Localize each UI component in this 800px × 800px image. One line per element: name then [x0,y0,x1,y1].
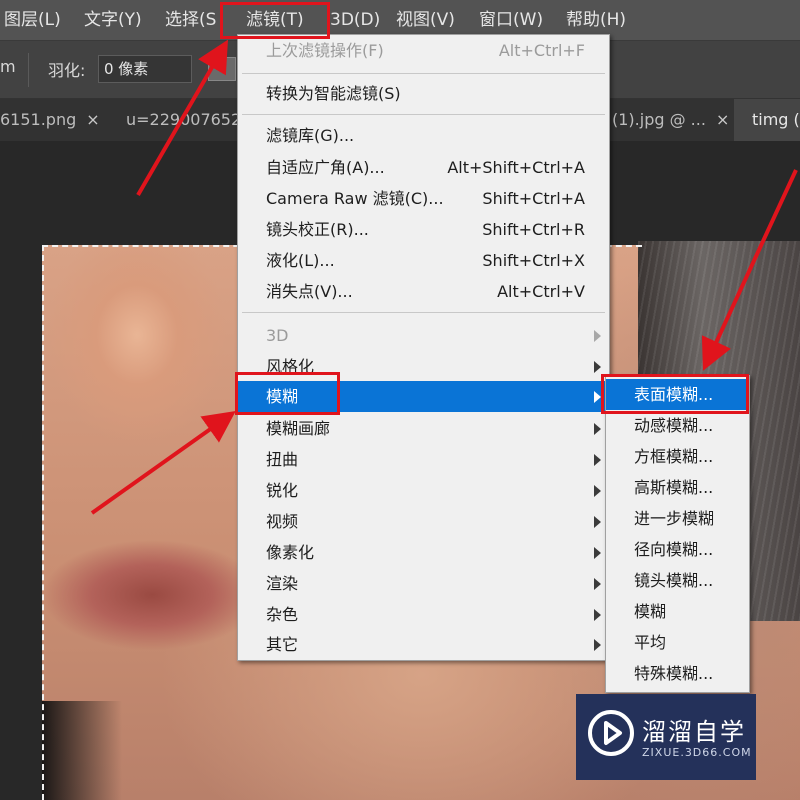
menu-item-liquify[interactable]: 液化(L)... Shift+Ctrl+X [238,245,609,276]
menu-divider [242,114,605,115]
menu-item-sharpen[interactable]: 锐化 [238,475,609,506]
submenu-arrow-icon [594,547,601,559]
menu-item-other[interactable]: 其它 [238,629,609,660]
options-divider [28,53,29,87]
menu-item-blur-gallery[interactable]: 模糊画廊 [238,413,609,444]
submenu-arrow-icon [594,485,601,497]
submenu-arrow-icon [594,578,601,590]
annotation-box-filter-menu [220,2,330,39]
menu-item-3d: 3D [238,320,609,351]
tab-label: timg ( [752,110,800,129]
feather-label: 羽化: [48,61,86,80]
tab-6151-png[interactable]: 6151.png × [0,99,104,141]
submenu-arrow-icon [594,423,601,435]
submenu-arrow-icon [594,330,601,342]
submenu-item-blur[interactable]: 模糊 [606,596,749,627]
submenu-item-gaussian-blur[interactable]: 高斯模糊... [606,472,749,503]
play-logo-icon [588,710,634,756]
submenu-arrow-icon [594,361,601,373]
submenu-item-lens-blur[interactable]: 镜头模糊... [606,565,749,596]
anti-alias-icon[interactable] [208,57,236,81]
menu-item-adaptive-wide-angle[interactable]: 自适应广角(A)... Alt+Shift+Ctrl+A [238,152,609,183]
tab-label: u=229007652 [126,110,242,129]
menu-item-noise[interactable]: 杂色 [238,599,609,630]
menu-item-render[interactable]: 渲染 [238,568,609,599]
photo-shadow [42,701,122,800]
submenu-arrow-icon [594,516,601,528]
watermark-name: 溜溜自学 [642,718,746,746]
tool-option-glyph: m [0,57,16,76]
menu-item-camera-raw[interactable]: Camera Raw 滤镜(C)... Shift+Ctrl+A [238,183,609,214]
menu-item-distort[interactable]: 扭曲 [238,444,609,475]
filter-menu: 上次滤镜操作(F) Alt+Ctrl+F 转换为智能滤镜(S) 滤镜库(G)..… [237,34,610,661]
menu-type[interactable]: 文字(Y) [84,0,142,40]
menu-select[interactable]: 选择(S [165,0,216,40]
submenu-item-box-blur[interactable]: 方框模糊... [606,441,749,472]
menu-item-last-filter: 上次滤镜操作(F) Alt+Ctrl+F [266,41,585,60]
menu-item-pixelate[interactable]: 像素化 [238,537,609,568]
submenu-item-blur-more[interactable]: 进一步模糊 [606,503,749,534]
menu-item-video[interactable]: 视频 [238,506,609,537]
watermark: 溜溜自学 ZIXUE.3D66.COM [576,694,756,780]
menu-item-vanishing-point[interactable]: 消失点(V)... Alt+Ctrl+V [238,276,609,307]
close-icon[interactable]: × [86,110,99,129]
submenu-item-motion-blur[interactable]: 动感模糊... [606,410,749,441]
submenu-arrow-icon [594,391,601,403]
menu-item-smart-filter[interactable]: 转换为智能滤镜(S) [238,78,609,109]
submenu-item-average[interactable]: 平均 [606,627,749,658]
submenu-item-smart-blur[interactable]: 特殊模糊... [606,658,749,689]
tab-label: 6151.png [0,110,77,129]
menu-divider [242,73,605,74]
menu-layer[interactable]: 图层(L) [4,0,61,40]
annotation-box-blur-item [235,372,340,415]
submenu-item-radial-blur[interactable]: 径向模糊... [606,534,749,565]
menu-item-filter-gallery[interactable]: 滤镜库(G)... [238,120,609,151]
menu-item-lens-correction[interactable]: 镜头校正(R)... Shift+Ctrl+R [238,214,609,245]
tab-label: (1).jpg @ ... [612,110,706,129]
close-icon[interactable]: × [716,110,729,129]
watermark-url: ZIXUE.3D66.COM [642,746,752,759]
submenu-arrow-icon [594,639,601,651]
feather-input[interactable]: 0 像素 [98,55,192,83]
tab-1-jpg[interactable]: (1).jpg @ ... × [612,99,732,141]
submenu-arrow-icon [594,454,601,466]
submenu-arrow-icon [594,609,601,621]
tab-timg[interactable]: timg ( [734,99,800,141]
blur-submenu: 表面模糊... 动感模糊... 方框模糊... 高斯模糊... 进一步模糊 径向… [605,375,750,693]
menu-divider [242,312,605,313]
annotation-box-surface-blur [601,374,749,414]
